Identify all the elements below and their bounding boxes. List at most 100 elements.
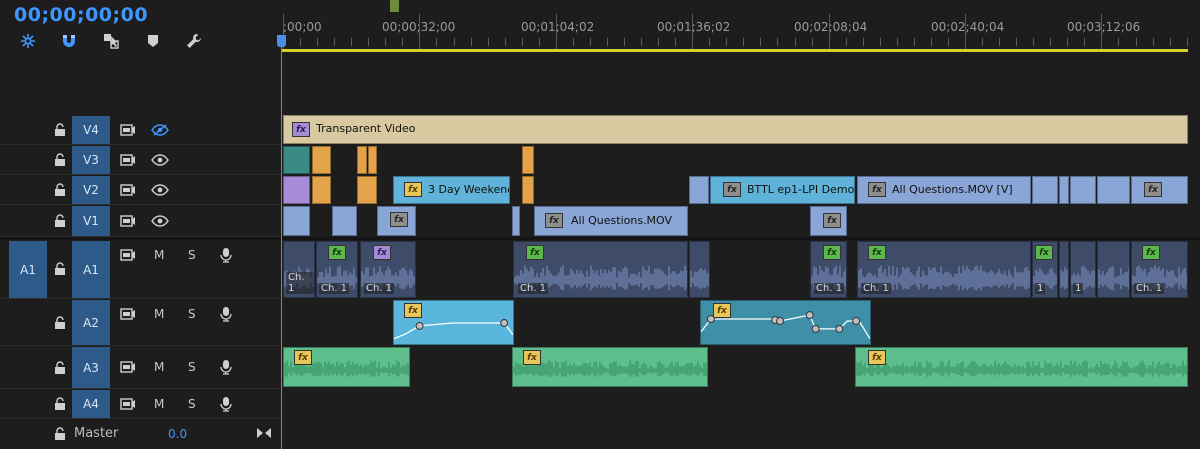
track-target-v1[interactable]: V1 <box>72 206 110 236</box>
sync-lock-icon[interactable] <box>118 213 138 229</box>
audio-clip[interactable] <box>689 241 710 298</box>
sync-lock-icon[interactable] <box>118 306 138 322</box>
audio-clip[interactable]: fx <box>283 347 410 387</box>
clip-all-questions[interactable]: fx All Questions.MOV <box>534 206 688 236</box>
audio-clip[interactable]: fx Ch. 1 <box>810 241 847 298</box>
time-ruler[interactable]: ;00;00 00;00;32;00 00;01;04;02 00;01;36;… <box>281 0 1200 52</box>
track-target-v3[interactable]: V3 <box>72 146 110 174</box>
marker-icon[interactable] <box>142 30 164 52</box>
clip-transparent-video[interactable]: fx Transparent Video <box>283 115 1188 144</box>
eye-icon[interactable] <box>150 182 170 198</box>
eye-hidden-icon[interactable] <box>150 122 170 138</box>
solo-button[interactable]: S <box>188 307 196 321</box>
clip[interactable] <box>689 176 709 204</box>
clip[interactable] <box>512 206 520 236</box>
clip[interactable] <box>1032 176 1058 204</box>
audio-clip[interactable]: fx <box>700 300 871 345</box>
clip[interactable]: fx <box>377 206 416 236</box>
clip-all-questions-v[interactable]: fx All Questions.MOV [V] <box>857 176 1031 204</box>
clip[interactable] <box>522 146 534 174</box>
go-to-end-icon[interactable] <box>254 425 274 441</box>
snap-sequence-icon[interactable] <box>17 30 39 52</box>
audio-clip[interactable]: fx Ch. 1 <box>360 241 416 298</box>
wrench-icon[interactable] <box>183 30 205 52</box>
track-target-a4[interactable]: A4 <box>72 390 110 418</box>
audio-clip[interactable] <box>1097 241 1130 298</box>
lock-icon[interactable] <box>50 261 70 277</box>
solo-button[interactable]: S <box>188 360 196 374</box>
clip[interactable]: fx <box>1131 176 1188 204</box>
audio-clip[interactable] <box>1059 241 1069 298</box>
timecode-display[interactable]: 00;00;00;00 <box>14 4 148 26</box>
lock-icon[interactable] <box>50 315 70 331</box>
microphone-icon[interactable] <box>216 396 236 412</box>
mute-button[interactable]: M <box>154 360 164 374</box>
lock-icon[interactable] <box>50 213 70 229</box>
eye-icon[interactable] <box>150 213 170 229</box>
clip[interactable] <box>368 146 377 174</box>
marker-flag[interactable] <box>390 0 399 12</box>
clip[interactable] <box>1070 176 1096 204</box>
volume-keyframes[interactable] <box>394 300 513 344</box>
microphone-icon[interactable] <box>216 247 236 263</box>
microphone-icon[interactable] <box>216 306 236 322</box>
source-patch-a1[interactable]: A1 <box>9 241 47 298</box>
sync-lock-icon[interactable] <box>118 182 138 198</box>
mute-button[interactable]: M <box>154 307 164 321</box>
clip[interactable]: fx <box>810 206 847 236</box>
track-target-v2[interactable]: V2 <box>72 176 110 204</box>
lock-icon[interactable] <box>50 360 70 376</box>
lock-icon[interactable] <box>50 182 70 198</box>
audio-clip[interactable]: Ch. 1 <box>283 241 315 298</box>
clip[interactable] <box>332 206 357 236</box>
sync-lock-icon[interactable] <box>118 152 138 168</box>
audio-clip[interactable]: fx Ch. 1 <box>857 241 1031 298</box>
sync-lock-icon[interactable] <box>118 396 138 412</box>
eye-icon[interactable] <box>150 152 170 168</box>
magnet-icon[interactable] <box>58 30 80 52</box>
lock-icon[interactable] <box>50 396 70 412</box>
clip[interactable] <box>312 176 331 204</box>
lock-icon[interactable] <box>50 426 70 442</box>
clip[interactable] <box>522 176 534 204</box>
track-target-a3[interactable]: A3 <box>72 347 110 388</box>
master-volume-value[interactable]: 0.0 <box>168 427 187 441</box>
solo-button[interactable]: S <box>188 248 196 262</box>
audio-clip[interactable]: fx Ch. 1 <box>513 241 688 298</box>
lock-icon[interactable] <box>50 152 70 168</box>
work-area-bar[interactable] <box>281 49 1188 52</box>
audio-clip[interactable]: fx Ch. 1 <box>316 241 358 298</box>
clip[interactable] <box>283 206 310 236</box>
audio-clip[interactable]: fx <box>855 347 1188 387</box>
mute-button[interactable]: M <box>154 397 164 411</box>
solo-button[interactable]: S <box>188 397 196 411</box>
audio-clip[interactable]: fx <box>512 347 708 387</box>
ruler-label: ;00;00 <box>283 20 322 34</box>
track-target-a1[interactable]: A1 <box>72 241 110 298</box>
linked-selection-icon[interactable] <box>100 30 122 52</box>
lock-icon[interactable] <box>50 122 70 138</box>
microphone-icon[interactable] <box>216 359 236 375</box>
clip-bttl[interactable]: fx BTTL ep1-LPI Demo C <box>710 176 855 204</box>
playhead-line[interactable] <box>281 35 282 449</box>
audio-clip[interactable]: 1 <box>1070 241 1096 298</box>
sync-lock-icon[interactable] <box>118 247 138 263</box>
clip[interactable] <box>1097 176 1130 204</box>
clip[interactable] <box>357 176 377 204</box>
playhead-handle[interactable] <box>277 35 286 47</box>
track-target-a2[interactable]: A2 <box>72 300 110 345</box>
clip[interactable] <box>1059 176 1069 204</box>
sync-lock-icon[interactable] <box>118 359 138 375</box>
clip-three-day-weekend[interactable]: fx 3 Day Weekend <box>393 176 510 204</box>
audio-clip[interactable]: fx 1 <box>1032 241 1058 298</box>
audio-clip[interactable]: fx <box>393 300 514 345</box>
clip[interactable] <box>283 146 310 174</box>
track-target-v4[interactable]: V4 <box>72 116 110 144</box>
clip[interactable] <box>312 146 331 174</box>
mute-button[interactable]: M <box>154 248 164 262</box>
audio-clip[interactable]: fx Ch. 1 <box>1131 241 1188 298</box>
clip[interactable] <box>283 176 310 204</box>
clip[interactable] <box>357 146 367 174</box>
volume-keyframes[interactable] <box>701 300 870 344</box>
sync-lock-icon[interactable] <box>118 122 138 138</box>
